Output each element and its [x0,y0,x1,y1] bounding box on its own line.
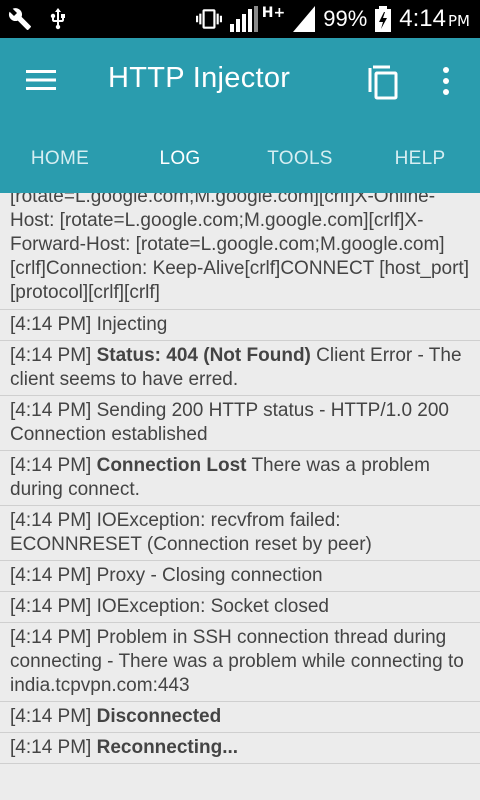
log-time: [4:14 PM] [10,455,92,476]
log-time: [4:14 PM] [10,314,92,335]
log-time: [4:14 PM] [10,400,92,421]
log-entry: [4:14 PM] IOException: recvfrom failed: … [0,506,480,561]
log-list[interactable]: [rotate=L.google.com;M.google.com][crlf]… [0,193,480,800]
wrench-icon [8,8,31,30]
usb-debug-icon [50,8,65,30]
tab-home[interactable]: HOME [0,138,120,180]
tab-bar: HOME LOG TOOLS HELP [0,138,480,180]
log-entry: [4:14 PM] Proxy - Closing connection [0,561,480,592]
log-entry: [4:14 PM] Problem in SSH connection thre… [0,623,480,702]
log-bold: Disconnected [96,706,222,727]
network-type-label: H+ [261,5,286,21]
battery-percent: 99% [323,6,368,31]
log-text: Proxy - Closing connection [96,565,323,586]
log-time: [4:14 PM] [10,510,92,531]
log-entry: [4:14 PM] Connection Lost There was a pr… [0,451,480,506]
status-bar: H+ 99% 4:14 PM [0,0,480,38]
log-time: [4:14 PM] [10,345,92,366]
log-time: [4:14 PM] [10,737,92,758]
battery-charging-icon [375,6,392,32]
log-time: [4:14 PM] [10,627,92,648]
hamburger-menu-icon[interactable] [26,68,56,92]
clock-ampm: PM [448,12,470,30]
log-bold: Connection Lost [96,455,247,476]
log-bold: Reconnecting... [96,737,239,758]
clock: 4:14 PM [399,5,470,33]
tab-tools[interactable]: TOOLS [240,138,360,180]
log-text: Injecting [96,314,168,335]
vibrate-icon [195,9,222,29]
signal-icon [229,6,258,32]
log-time: [4:14 PM] [10,596,92,617]
log-entry: [4:14 PM] Disconnected [0,702,480,733]
app-title: HTTP Injector [108,62,291,94]
log-entry: [4:14 PM] Status: 404 (Not Found) Client… [0,341,480,396]
app-bar: HTTP Injector HOME LOG TOOLS HELP [0,38,480,193]
log-entry: [4:14 PM] Sending 200 HTTP status - HTTP… [0,396,480,451]
log-entry: [4:14 PM] Injecting [0,310,480,341]
log-entry: [4:14 PM] IOException: Socket closed [0,592,480,623]
tab-log[interactable]: LOG [120,138,240,180]
log-time: [4:14 PM] [10,565,92,586]
log-payload: [rotate=L.google.com;M.google.com][crlf]… [0,193,480,310]
signal-icon-2 [293,6,316,32]
tab-help[interactable]: HELP [360,138,480,180]
copy-icon[interactable] [366,64,400,100]
overflow-menu-icon[interactable] [436,66,456,96]
log-time: [4:14 PM] [10,706,92,727]
log-entry: [4:14 PM] Reconnecting... [0,733,480,764]
log-bold: Status: 404 (Not Found) [96,345,311,366]
log-payload-text: [rotate=L.google.com;M.google.com][crlf]… [10,193,469,303]
clock-time: 4:14 [399,5,446,32]
log-text: IOException: Socket closed [96,596,329,617]
